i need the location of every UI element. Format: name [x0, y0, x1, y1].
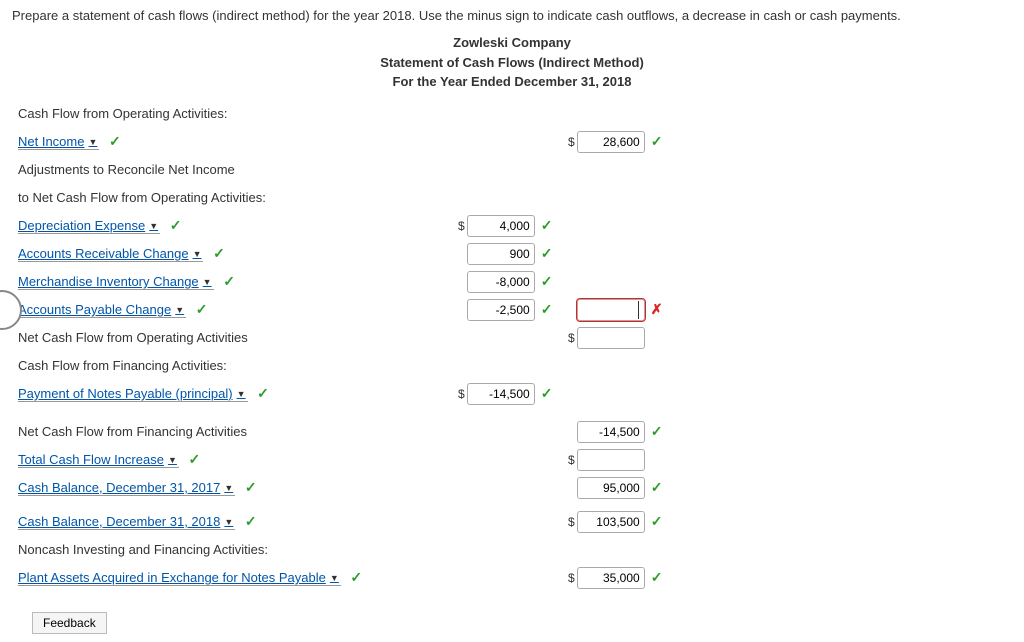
company-name: Zowleski Company [12, 33, 1012, 53]
cross-icon: ✗ [651, 301, 663, 318]
dollar-sign: $ [458, 219, 465, 233]
dollar-sign: $ [568, 515, 575, 529]
text-cursor [638, 301, 639, 319]
inventory-change-input[interactable] [467, 271, 535, 293]
feedback-button[interactable]: Feedback [32, 612, 107, 634]
statement-header: Zowleski Company Statement of Cash Flows… [12, 33, 1012, 92]
total-increase-input[interactable] [577, 449, 645, 471]
check-icon: ✓ [651, 513, 663, 530]
chevron-down-icon: ▼ [88, 137, 97, 147]
plant-assets-dropdown[interactable]: Plant Assets Acquired in Exchange for No… [18, 570, 341, 586]
chevron-down-icon: ▼ [237, 389, 246, 399]
total-increase-dropdown[interactable]: Total Cash Flow Increase ▼ [18, 452, 179, 468]
net-financing-input[interactable] [577, 421, 645, 443]
check-icon: ✓ [541, 273, 553, 290]
chevron-down-icon: ▼ [193, 249, 202, 259]
check-icon: ✓ [170, 217, 182, 233]
net-income-label: Net Income [18, 134, 84, 149]
ar-change-label: Accounts Receivable Change [18, 246, 189, 261]
notes-payment-input[interactable] [467, 383, 535, 405]
check-icon: ✓ [223, 273, 235, 289]
chevron-down-icon: ▼ [175, 305, 184, 315]
net-operating-label: Net Cash Flow from Operating Activities [12, 330, 458, 345]
depreciation-dropdown[interactable]: Depreciation Expense ▼ [18, 218, 160, 234]
ar-change-input[interactable] [467, 243, 535, 265]
depreciation-label: Depreciation Expense [18, 218, 145, 233]
dollar-sign: $ [568, 135, 575, 149]
plant-assets-input[interactable] [577, 567, 645, 589]
net-income-dropdown[interactable]: Net Income ▼ [18, 134, 99, 150]
check-icon: ✓ [350, 569, 362, 585]
cash-2017-input[interactable] [577, 477, 645, 499]
check-icon: ✓ [541, 217, 553, 234]
cash-2017-dropdown[interactable]: Cash Balance, December 31, 2017 ▼ [18, 480, 235, 496]
check-icon: ✓ [109, 133, 121, 149]
dollar-sign: $ [458, 387, 465, 401]
check-icon: ✓ [541, 301, 553, 318]
notes-payment-dropdown[interactable]: Payment of Notes Payable (principal) ▼ [18, 386, 248, 402]
check-icon: ✓ [245, 513, 257, 529]
check-icon: ✓ [651, 133, 663, 150]
net-financing-label: Net Cash Flow from Financing Activities [12, 424, 458, 439]
check-icon: ✓ [651, 569, 663, 586]
net-income-input[interactable] [577, 131, 645, 153]
check-icon: ✓ [257, 385, 269, 401]
inventory-change-label: Merchandise Inventory Change [18, 274, 199, 289]
plant-assets-label: Plant Assets Acquired in Exchange for No… [18, 570, 326, 585]
check-icon: ✓ [213, 245, 225, 261]
chevron-down-icon: ▼ [224, 483, 233, 493]
check-icon: ✓ [541, 245, 553, 262]
adjustments-line2: to Net Cash Flow from Operating Activiti… [12, 190, 458, 205]
ap-change-input[interactable] [467, 299, 535, 321]
ap-change-label: Accounts Payable Change [18, 302, 171, 317]
check-icon: ✓ [196, 301, 208, 317]
cash-2018-input[interactable] [577, 511, 645, 533]
notes-payment-label: Payment of Notes Payable (principal) [18, 386, 233, 401]
cash-2017-label: Cash Balance, December 31, 2017 [18, 480, 220, 495]
chevron-down-icon: ▼ [224, 517, 233, 527]
net-operating-input[interactable] [577, 327, 645, 349]
statement-title: Statement of Cash Flows (Indirect Method… [12, 53, 1012, 73]
inventory-change-dropdown[interactable]: Merchandise Inventory Change ▼ [18, 274, 214, 290]
check-icon: ✓ [651, 423, 663, 440]
financing-activities-header: Cash Flow from Financing Activities: [12, 358, 458, 373]
check-icon: ✓ [189, 451, 201, 467]
ar-change-dropdown[interactable]: Accounts Receivable Change ▼ [18, 246, 203, 262]
check-icon: ✓ [541, 385, 553, 402]
chevron-down-icon: ▼ [203, 277, 212, 287]
total-increase-label: Total Cash Flow Increase [18, 452, 164, 467]
check-icon: ✓ [651, 479, 663, 496]
dollar-sign: $ [568, 453, 575, 467]
dollar-sign: $ [568, 571, 575, 585]
check-icon: ✓ [245, 479, 257, 495]
statement-period: For the Year Ended December 31, 2018 [12, 72, 1012, 92]
cash-2018-label: Cash Balance, December 31, 2018 [18, 514, 220, 529]
operating-activities-header: Cash Flow from Operating Activities: [12, 106, 458, 121]
adjustments-line1: Adjustments to Reconcile Net Income [12, 162, 458, 177]
ap-change-dropdown[interactable]: Accounts Payable Change ▼ [18, 302, 186, 318]
chevron-down-icon: ▼ [149, 221, 158, 231]
noncash-header: Noncash Investing and Financing Activiti… [12, 542, 458, 557]
depreciation-input[interactable] [467, 215, 535, 237]
chevron-down-icon: ▼ [330, 573, 339, 583]
ap-subtotal-input[interactable] [577, 299, 645, 321]
dollar-sign: $ [568, 331, 575, 345]
cash-2018-dropdown[interactable]: Cash Balance, December 31, 2018 ▼ [18, 514, 235, 530]
chevron-down-icon: ▼ [168, 455, 177, 465]
instruction-text: Prepare a statement of cash flows (indir… [12, 8, 1012, 23]
